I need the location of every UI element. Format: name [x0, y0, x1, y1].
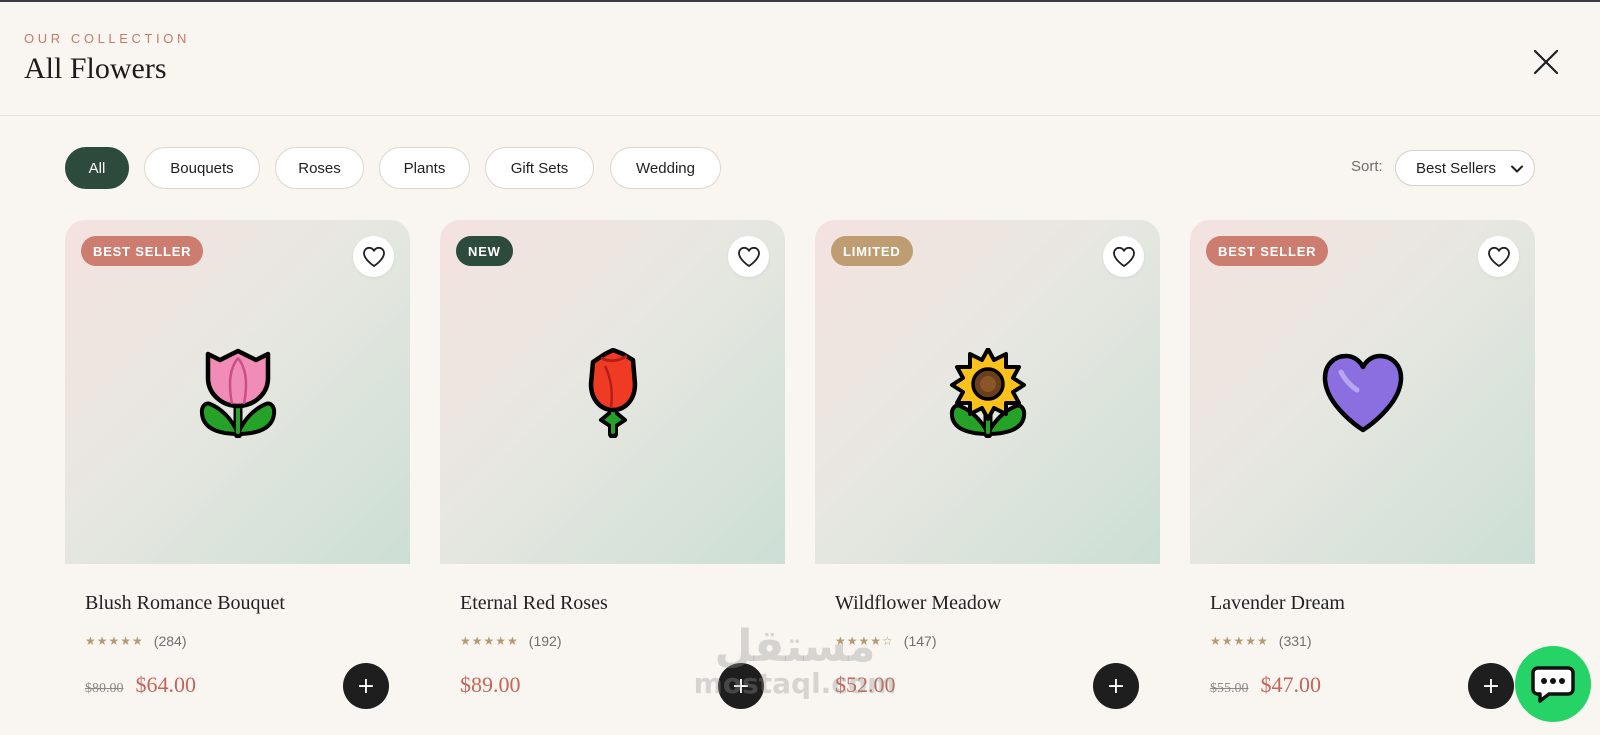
product-rating: ★★★★★ (331) — [1210, 633, 1311, 649]
heart-outline-icon — [737, 246, 760, 267]
filter-chip-plants[interactable]: Plants — [379, 147, 470, 189]
product-badge: LIMITED — [831, 236, 913, 266]
add-to-cart-button[interactable]: + — [343, 663, 389, 709]
rating-stars: ★★★★★ — [460, 634, 519, 648]
wishlist-button[interactable] — [1478, 236, 1519, 277]
close-icon — [1533, 49, 1559, 75]
rating-stars: ★★★★★ — [1210, 634, 1269, 648]
close-button[interactable] — [1530, 46, 1562, 78]
product-image[interactable]: BEST SELLER — [1190, 220, 1535, 564]
review-count: (284) — [153, 633, 187, 649]
filter-chip-gift-sets[interactable]: Gift Sets — [485, 147, 594, 189]
product-prices: $80.00 $64.00 — [85, 672, 196, 698]
product-badge: BEST SELLER — [1206, 236, 1329, 266]
product-prices: $55.00 $47.00 — [1210, 672, 1321, 698]
product-badge: NEW — [456, 236, 513, 266]
product-rating: ★★★★★ (284) — [85, 633, 186, 649]
product-rating: ★★★★★ (192) — [460, 633, 561, 649]
review-count: (147) — [903, 633, 937, 649]
product-image[interactable]: NEW — [440, 220, 785, 564]
rating-stars: ★★★★★ — [85, 634, 144, 648]
sale-price: $52.00 — [835, 672, 896, 697]
sunflower-icon — [949, 348, 1027, 438]
add-to-cart-button[interactable]: + — [1468, 663, 1514, 709]
wishlist-button[interactable] — [353, 236, 394, 277]
filter-chip-all[interactable]: All — [65, 147, 129, 189]
collection-header: OUR COLLECTION All Flowers — [0, 2, 1600, 116]
product-card[interactable]: LIMITED Wildflower Meadow ★★★★☆ (147) $5… — [815, 220, 1160, 735]
wishlist-button[interactable] — [728, 236, 769, 277]
sort-select[interactable]: Best Sellers — [1395, 150, 1535, 186]
product-name[interactable]: Eternal Red Roses — [460, 592, 608, 615]
chat-bubble-icon — [1531, 666, 1575, 703]
product-image[interactable]: LIMITED — [815, 220, 1160, 564]
sale-price: $89.00 — [460, 672, 521, 697]
collection-eyebrow: OUR COLLECTION — [24, 31, 190, 46]
review-count: (331) — [1278, 633, 1312, 649]
product-prices: $89.00 — [460, 672, 521, 698]
product-name[interactable]: Wildflower Meadow — [835, 592, 1001, 615]
add-to-cart-button[interactable]: + — [718, 663, 764, 709]
review-count: (192) — [528, 633, 562, 649]
filter-chip-wedding[interactable]: Wedding — [610, 147, 721, 189]
original-price: $55.00 — [1210, 681, 1249, 696]
purple-heart-icon — [1322, 353, 1404, 433]
filter-chip-roses[interactable]: Roses — [275, 147, 364, 189]
heart-outline-icon — [362, 246, 385, 267]
product-name[interactable]: Blush Romance Bouquet — [85, 592, 285, 615]
tulip-icon — [199, 348, 277, 438]
chevron-down-icon — [1511, 165, 1523, 173]
product-name[interactable]: Lavender Dream — [1210, 592, 1345, 615]
product-image[interactable]: BEST SELLER — [65, 220, 410, 564]
product-card[interactable]: NEW Eternal Red Roses ★★★★★ (192) $89.00… — [440, 220, 785, 735]
sale-price: $47.00 — [1260, 672, 1322, 697]
sort-selected-value: Best Sellers — [1416, 159, 1497, 177]
rose-icon — [588, 348, 638, 438]
product-badge: BEST SELLER — [81, 236, 204, 266]
rating-stars: ★★★★☆ — [835, 634, 894, 648]
sort-label: Sort: — [1351, 158, 1383, 175]
wishlist-button[interactable] — [1103, 236, 1144, 277]
product-prices: $52.00 — [835, 672, 896, 698]
page-title: All Flowers — [24, 52, 167, 85]
original-price: $80.00 — [85, 681, 124, 696]
product-card[interactable]: BEST SELLER Lavender Dream ★★★★★ (331) $… — [1190, 220, 1535, 735]
product-rating: ★★★★☆ (147) — [835, 633, 936, 649]
heart-outline-icon — [1112, 246, 1135, 267]
heart-outline-icon — [1487, 246, 1510, 267]
add-to-cart-button[interactable]: + — [1093, 663, 1139, 709]
sale-price: $64.00 — [135, 672, 197, 697]
chat-button[interactable] — [1515, 646, 1591, 722]
filter-chip-bouquets[interactable]: Bouquets — [144, 147, 260, 189]
product-card[interactable]: BEST SELLER Blush Romance Bouquet ★★★★★ … — [65, 220, 410, 735]
